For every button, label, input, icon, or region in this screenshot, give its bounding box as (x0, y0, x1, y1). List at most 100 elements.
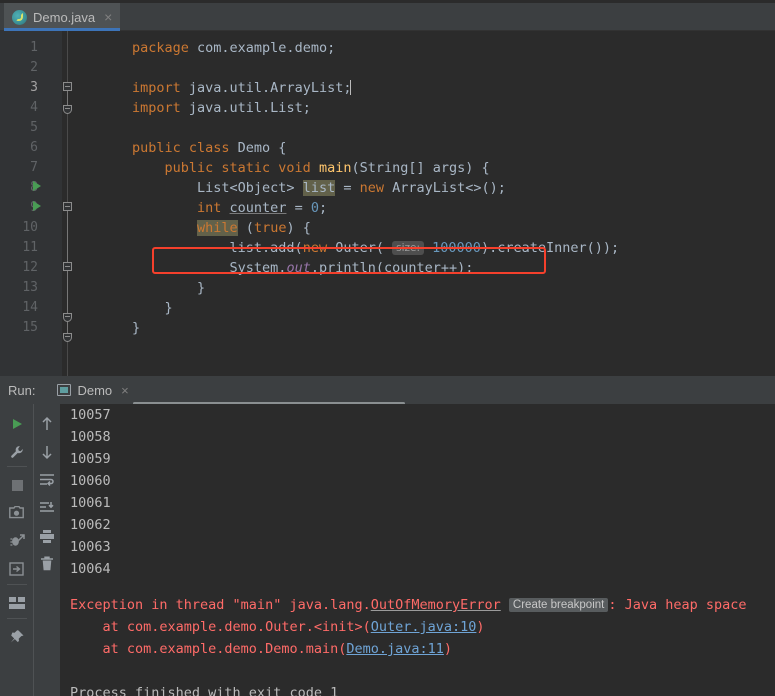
clear-all-button[interactable] (34, 551, 60, 577)
run-window-label: Run: (8, 382, 36, 398)
stack-frame-line: at com.example.demo.Demo.main(Demo.java:… (70, 638, 453, 660)
debug-attach-button[interactable] (4, 528, 30, 554)
layout-button[interactable] (4, 590, 30, 616)
code-token: main (318, 160, 352, 176)
intellij-idea-window: Demo.java × 1 2 3 4 5 6 7 8 9 10 11 12 13 14 15 packag… (0, 0, 775, 696)
exception-type-link[interactable]: OutOfMemoryError (371, 597, 501, 613)
close-icon[interactable]: × (121, 383, 129, 398)
code-line[interactable]: list.add(new Outer( size: 100000).create… (132, 238, 620, 258)
code-token: } (132, 280, 206, 296)
arrow-up-icon (42, 416, 52, 430)
export-arrow-icon (9, 562, 24, 576)
printer-icon (40, 529, 54, 543)
code-line[interactable]: public class Demo { (132, 138, 286, 158)
stack-frame-text: ) (443, 641, 453, 657)
code-line[interactable]: } (132, 318, 140, 338)
code-token: .println( (310, 260, 384, 276)
code-token: public class (132, 140, 238, 156)
console-output-line: 10061 (70, 495, 111, 511)
camera-icon (9, 506, 24, 519)
code-token: java.util.List; (188, 100, 311, 116)
bug-arrow-icon (10, 534, 25, 546)
tab-demo-java[interactable]: Demo.java × (4, 3, 121, 31)
code-token: Outer( (335, 240, 384, 256)
exception-prefix: Exception in thread "main" java.lang. (70, 597, 371, 613)
exception-line: Exception in thread "main" java.lang.Out… (70, 594, 747, 616)
run-tab-demo[interactable]: Demo × (57, 382, 129, 398)
code-line[interactable]: } (132, 298, 173, 318)
code-token: } (132, 300, 173, 316)
code-token: public static void (132, 160, 319, 176)
run-class-gutter-icon[interactable] (33, 181, 41, 191)
code-line[interactable]: while (true) { (132, 218, 311, 238)
code-line[interactable]: import java.util.ArrayList; (132, 78, 352, 98)
console-output-line: 10060 (70, 473, 111, 489)
code-token: list (302, 180, 336, 196)
code-token: new (359, 180, 393, 196)
console-output-line: 10062 (70, 517, 111, 533)
code-token: java.util.ArrayList; (188, 80, 352, 96)
console-output[interactable]: 10057 10058 10059 10060 10061 10062 10063 10064… (60, 404, 775, 696)
stack-frame-line: at com.example.demo.Outer.<init>(Outer.j… (70, 616, 485, 638)
run-method-gutter-icon[interactable] (33, 201, 41, 211)
line-number: 3 (30, 80, 38, 95)
code-line[interactable]: public static void main(String[] args) { (132, 158, 490, 178)
export-button[interactable] (4, 556, 30, 582)
stack-frame-link[interactable]: Outer.java:10 (371, 619, 477, 635)
code-token: int (132, 200, 230, 216)
code-text-area[interactable]: package com.example.demo; import java.uti… (62, 31, 775, 376)
code-token: 100000 (432, 240, 481, 256)
process-status-line: Process finished with exit code 1 (70, 685, 339, 696)
console-output-line: 10064 (70, 561, 111, 577)
stop-square-icon (11, 479, 23, 491)
code-line[interactable]: } (132, 278, 205, 298)
tab-label: Demo.java (33, 9, 96, 25)
stack-frame-text: ) (476, 619, 485, 635)
code-line[interactable]: List<Object> list = new ArrayList<>(); (132, 178, 506, 198)
code-editor[interactable]: 1 2 3 4 5 6 7 8 9 10 11 12 13 14 15 package com.exampl… (0, 31, 775, 376)
code-token: ).createInner()); (480, 240, 620, 256)
editor-tab-bar: Demo.java × (0, 0, 775, 31)
code-token: 0 (310, 200, 319, 216)
soft-wrap-button[interactable] (34, 467, 60, 493)
play-icon (13, 419, 22, 429)
arrow-down-icon (42, 446, 52, 460)
java-class-icon (12, 9, 27, 25)
line-number: 12 (22, 260, 38, 275)
wrench-icon (10, 445, 23, 458)
soft-wrap-icon (40, 474, 54, 487)
scroll-to-end-button[interactable] (34, 495, 60, 521)
toolbar-separator (7, 466, 27, 467)
code-line[interactable]: import java.util.List; (132, 98, 311, 118)
code-token: com.example.demo; (197, 40, 336, 56)
code-token: list.add( (132, 240, 303, 256)
rerun-button[interactable] (4, 411, 30, 437)
run-tab-label: Demo (77, 382, 113, 398)
up-the-stack-trace-button[interactable] (34, 411, 60, 437)
console-output-line: 10058 (70, 429, 111, 445)
edit-configurations-button[interactable] (4, 439, 30, 465)
create-breakpoint-badge[interactable]: Create breakpoint (508, 598, 609, 612)
code-token: import (132, 100, 189, 116)
code-line[interactable]: System.out.println(counter++); (132, 258, 474, 278)
stop-button[interactable] (4, 472, 30, 498)
print-button[interactable] (34, 523, 60, 549)
down-the-stack-trace-button[interactable] (34, 439, 60, 465)
code-token: Demo { (237, 140, 287, 156)
code-token: out (286, 260, 311, 276)
stack-frame-link[interactable]: Demo.java:11 (346, 641, 444, 657)
editor-gutter[interactable]: 1 2 3 4 5 6 7 8 9 10 11 12 13 14 15 (0, 31, 62, 376)
code-line[interactable]: int counter = 0; (132, 198, 327, 218)
close-icon[interactable]: × (104, 10, 112, 24)
pin-tab-button[interactable] (4, 624, 30, 650)
code-token: List<Object> (132, 180, 303, 196)
stack-frame-text: at com.example.demo.Demo.main( (70, 641, 347, 657)
code-token: ArrayList<>(); (392, 180, 506, 196)
code-line[interactable]: package com.example.demo; (132, 38, 335, 58)
line-number: 4 (30, 100, 38, 115)
code-token: package (132, 40, 198, 56)
line-number: 13 (22, 280, 38, 295)
screenshot-button[interactable] (4, 500, 30, 526)
console-output-line: 10057 (70, 407, 111, 423)
